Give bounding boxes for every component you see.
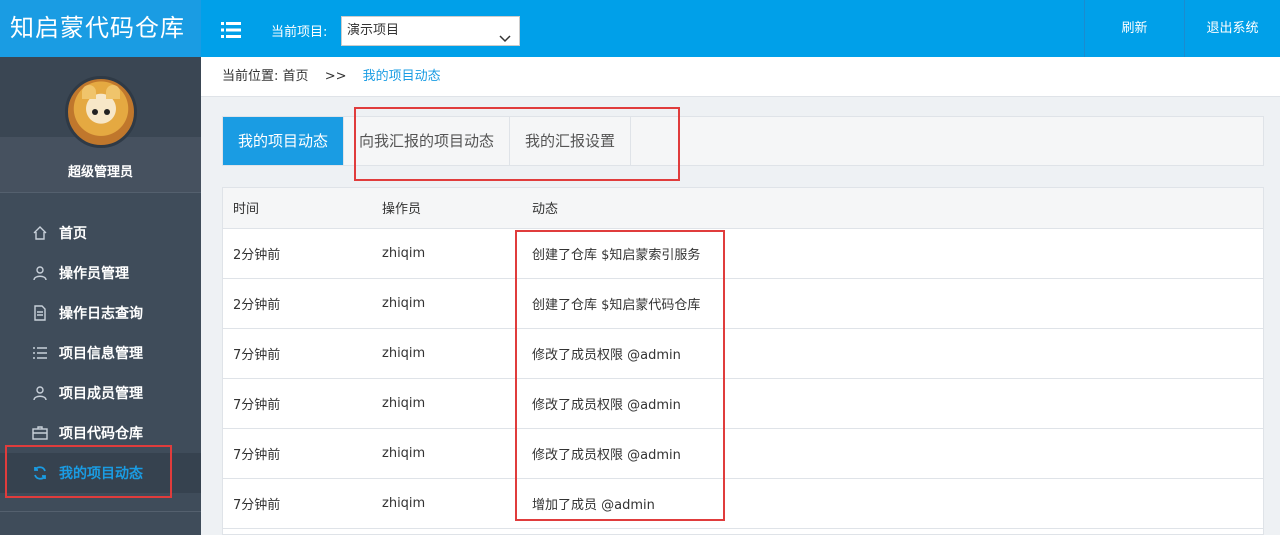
cell-time: 7分钟前	[233, 497, 281, 513]
sidebar-item-operators[interactable]: 操作员管理	[0, 253, 201, 293]
project-label: 当前项目:	[271, 25, 328, 40]
cell-time: 7分钟前	[233, 347, 281, 363]
cell-activity: 修改了成员权限 @admin	[532, 397, 681, 413]
table-header-row: 时间 操作员 动态	[223, 188, 1263, 229]
document-icon	[31, 304, 49, 322]
sidebar-item-oplog[interactable]: 操作日志查询	[0, 293, 201, 333]
sidebar-item-code-repo[interactable]: 项目代码仓库	[0, 413, 201, 453]
refresh-button[interactable]: 刷新	[1084, 0, 1184, 57]
sidebar-menu: 首页 操作员管理 操作日志查询 项目信息管理 项目成员管理 项目代码仓库 我的项…	[0, 193, 201, 512]
user-profile: 超级管理员	[0, 57, 201, 193]
sidebar-item-label: 项目代码仓库	[59, 426, 143, 442]
topbar: 当前项目: 演示项目 刷新 退出系统	[201, 0, 1280, 57]
user-icon	[31, 384, 49, 402]
column-header-time: 时间	[223, 188, 372, 229]
activity-table: 时间 操作员 动态 2分钟前 zhiqim 创建了仓库 $知启蒙索引服务 2分钟…	[222, 187, 1264, 535]
logout-button[interactable]: 退出系统	[1184, 0, 1280, 57]
breadcrumb-separator: >>	[324, 69, 347, 84]
sidebar-item-project-info[interactable]: 项目信息管理	[0, 333, 201, 373]
sidebar: 知启蒙代码仓库 超级管理员 首页 操作员管理 操作日志查询 项目信息管理 项目成…	[0, 0, 201, 535]
sidebar-divider	[0, 511, 201, 512]
cell-time: 7分钟前	[233, 397, 281, 413]
sidebar-item-label: 操作员管理	[59, 266, 129, 282]
project-select[interactable]: 演示项目	[341, 16, 520, 46]
cell-time: 7分钟前	[233, 447, 281, 463]
avatar[interactable]	[65, 76, 137, 148]
brand-title: 知启蒙代码仓库	[0, 0, 201, 57]
tab-report-settings[interactable]: 我的汇报设置	[510, 117, 632, 165]
sidebar-item-label: 我的项目动态	[59, 466, 143, 482]
sidebar-item-project-members[interactable]: 项目成员管理	[0, 373, 201, 413]
table-row: 7分钟前 zhiqim 修改了成员权限 @admin	[223, 428, 1263, 478]
briefcase-icon	[31, 424, 49, 442]
cell-activity: 修改了成员权限 @admin	[532, 347, 681, 363]
cell-operator: zhiqim	[382, 295, 426, 311]
cell-operator: zhiqim	[382, 445, 426, 461]
cell-operator: zhiqim	[382, 245, 426, 261]
cell-activity: 创建了仓库 $知启蒙索引服务	[532, 247, 701, 263]
cell-operator: zhiqim	[382, 395, 426, 411]
cell-time: 2分钟前	[233, 297, 281, 313]
table-row: 2分钟前 zhiqim 创建了仓库 $知启蒙索引服务	[223, 228, 1263, 278]
table-row: 7分钟前 zhiqim 增加了成员 @admin	[223, 478, 1263, 528]
list-icon	[31, 344, 49, 362]
tab-bar: 我的项目动态 向我汇报的项目动态 我的汇报设置	[222, 116, 1264, 166]
cell-activity: 增加了成员 @admin	[532, 497, 655, 513]
sidebar-item-home[interactable]: 首页	[0, 213, 201, 253]
column-header-activity: 动态	[522, 188, 1263, 229]
sidebar-item-label: 首页	[59, 226, 87, 242]
sidebar-item-label: 操作日志查询	[59, 306, 143, 322]
table-row: 2分钟前 zhiqim 创建了仓库 $知启蒙代码仓库	[223, 278, 1263, 328]
home-icon	[31, 224, 49, 242]
sidebar-item-label: 项目信息管理	[59, 346, 143, 362]
cell-operator: zhiqim	[382, 345, 426, 361]
breadcrumb: 当前位置: 首页 >> 我的项目动态	[201, 57, 1280, 97]
chevron-down-icon	[499, 26, 511, 54]
tab-my-activity[interactable]: 我的项目动态	[223, 117, 345, 165]
breadcrumb-home[interactable]: 首页	[283, 69, 309, 84]
tab-reported-activity[interactable]: 向我汇报的项目动态	[344, 117, 511, 165]
cell-operator: zhiqim	[382, 495, 426, 511]
sidebar-item-label: 项目成员管理	[59, 386, 143, 402]
column-header-operator: 操作员	[372, 188, 522, 229]
cell-activity: 修改了成员权限 @admin	[532, 447, 681, 463]
username: 超级管理员	[67, 165, 133, 180]
user-icon	[31, 264, 49, 282]
project-select-value: 演示项目	[347, 23, 400, 38]
breadcrumb-prefix: 当前位置:	[222, 69, 279, 84]
menu-toggle-icon[interactable]	[221, 22, 241, 38]
refresh-icon	[31, 464, 49, 482]
table-row: 7分钟前 zhiqim 修改了成员权限 @admin	[223, 378, 1263, 428]
cell-activity: 创建了仓库 $知启蒙代码仓库	[532, 297, 701, 313]
table-row: 7分钟前 zhiqim 修改了成员权限 @admin	[223, 328, 1263, 378]
sidebar-item-my-activity[interactable]: 我的项目动态	[0, 453, 201, 493]
cell-time: 2分钟前	[233, 247, 281, 263]
breadcrumb-current: 我的项目动态	[362, 69, 441, 84]
main-content: 我的项目动态 向我汇报的项目动态 我的汇报设置 时间 操作员 动态 2分钟前 z…	[201, 97, 1280, 535]
